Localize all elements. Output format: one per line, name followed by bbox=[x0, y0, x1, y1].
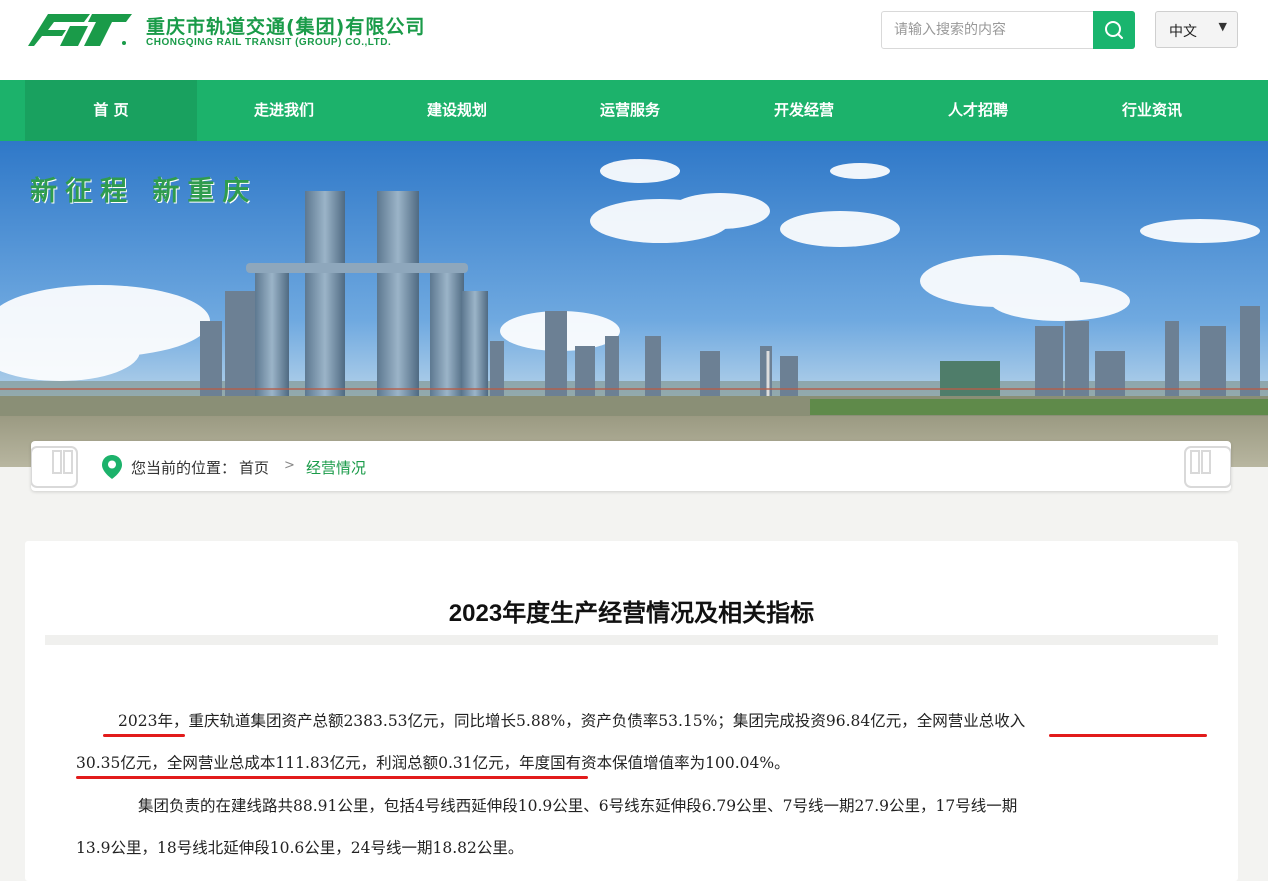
site-logo[interactable]: 重庆市轨道交通(集团)有限公司 CHONGQING RAIL TRANSIT (… bbox=[26, 12, 426, 50]
nav-item-careers[interactable]: 人才招聘 bbox=[892, 80, 1064, 141]
article-panel: 2023年度生产经营情况及相关指标 2023年，重庆轨道集团资产总额2383.5… bbox=[25, 541, 1238, 881]
nav-item-about[interactable]: 走进我们 bbox=[198, 80, 370, 141]
red-underline-annotation bbox=[76, 776, 588, 779]
logo-chinese-name: 重庆市轨道交通(集团)有限公司 bbox=[146, 16, 426, 38]
main-nav: 首 页 走进我们 建设规划 运营服务 开发经营 人才招聘 行业资讯 bbox=[0, 80, 1268, 141]
banner-slogan: 新征程 新重庆 bbox=[30, 176, 258, 207]
language-select[interactable]: 中文 ▼ bbox=[1155, 11, 1238, 48]
search-box bbox=[881, 11, 1135, 49]
paragraph-1-line-2: 30.35亿元，全网营业总成本111.83亿元，利润总额0.31亿元，年度国有资… bbox=[76, 754, 790, 772]
nav-item-business[interactable]: 开发经营 bbox=[718, 80, 890, 141]
search-input[interactable] bbox=[882, 12, 1094, 48]
crt-logo-icon bbox=[28, 14, 132, 46]
chevron-down-icon: ▼ bbox=[1218, 20, 1227, 33]
title-divider bbox=[45, 635, 1218, 645]
location-pin-icon bbox=[102, 455, 122, 479]
breadcrumb-prefix: 您当前的位置： bbox=[131, 459, 237, 477]
site-header: 重庆市轨道交通(集团)有限公司 CHONGQING RAIL TRANSIT (… bbox=[0, 0, 1268, 80]
nav-item-home[interactable]: 首 页 bbox=[25, 80, 197, 141]
search-icon bbox=[1105, 21, 1123, 39]
nav-item-news[interactable]: 行业资讯 bbox=[1066, 80, 1238, 141]
red-underline-annotation bbox=[1049, 734, 1207, 737]
logo-english-name: CHONGQING RAIL TRANSIT (GROUP) CO.,LTD. bbox=[146, 37, 392, 48]
search-button[interactable] bbox=[1093, 11, 1135, 49]
paragraph-2-line-2: 13.9公里，18号线北延伸段10.6公里，24号线一期18.82公里。 bbox=[76, 839, 524, 857]
paragraph-2-line-1: 集团负责的在建线路共88.91公里，包括4号线西延伸段10.9公里、6号线东延伸… bbox=[138, 797, 1018, 815]
hero-banner: 新征程 新重庆 bbox=[0, 141, 1268, 467]
nav-item-planning[interactable]: 建设规划 bbox=[371, 80, 543, 141]
language-value: 中文 bbox=[1169, 24, 1197, 40]
paragraph-1-line-1: 2023年，重庆轨道集团资产总额2383.53亿元，同比增长5.88%，资产负债… bbox=[118, 712, 1026, 730]
nav-item-operations[interactable]: 运营服务 bbox=[544, 80, 716, 141]
breadcrumb-home-link[interactable]: 首页 bbox=[239, 457, 269, 478]
red-underline-annotation bbox=[103, 734, 185, 737]
breadcrumb: 您当前的位置： 首页 > 经营情况 bbox=[31, 441, 1231, 491]
breadcrumb-current[interactable]: 经营情况 bbox=[306, 457, 366, 478]
article-title: 2023年度生产经营情况及相关指标 bbox=[448, 600, 815, 627]
breadcrumb-separator: > bbox=[284, 458, 295, 473]
